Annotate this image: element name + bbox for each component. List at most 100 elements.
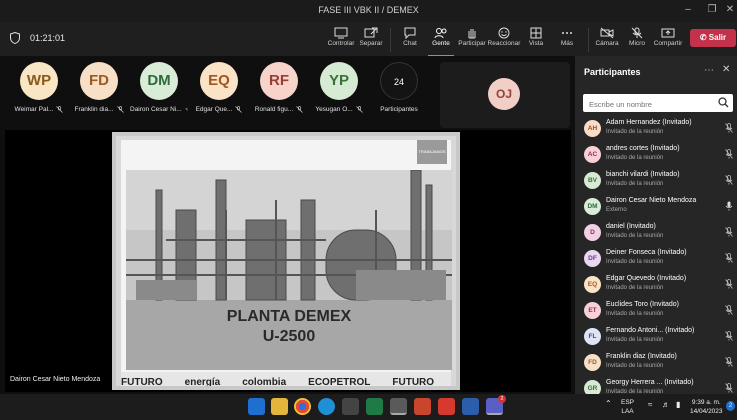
mic-off-icon [725, 175, 733, 185]
snipping-tool-icon[interactable] [390, 398, 407, 415]
raise-hand-button[interactable]: Participar [455, 25, 489, 55]
share-button[interactable]: Compartir [651, 25, 685, 55]
participant-list: AH Adam Hernandez (Invitado) Invitado de… [575, 116, 737, 402]
mic-button[interactable]: Micro [620, 25, 654, 55]
clock-date: 14/04/2023 [690, 408, 723, 415]
search-input[interactable] [583, 95, 708, 114]
meeting-timer: 01:21:01 [30, 33, 66, 43]
chat-label: Chat [403, 40, 417, 47]
start-icon[interactable] [248, 398, 265, 415]
search-icon[interactable] [718, 97, 729, 108]
participant-row[interactable]: DF Deiner Fonseca (Invitado) Invitado de… [575, 246, 737, 272]
language-indicator[interactable]: ESP LAA [621, 398, 634, 416]
participant-row[interactable]: D daniel (Invitado) Invitado de la reuni… [575, 220, 737, 246]
mic-off-icon [725, 305, 733, 315]
view-button[interactable]: Vista [519, 25, 553, 55]
overflow-label: Participantes [380, 106, 418, 113]
participant-row[interactable]: BV bianchi vilardi (Invitado) Invitado d… [575, 168, 737, 194]
file-explorer-icon[interactable] [271, 398, 288, 415]
mic-off-icon [725, 357, 733, 367]
self-video-tile[interactable]: OJ [440, 62, 570, 128]
leave-button[interactable]: ✆ Salir [690, 29, 736, 47]
participant-role: Invitado de la reunión [606, 259, 664, 265]
store-icon[interactable] [342, 398, 359, 415]
participant-avatar: FD [584, 354, 601, 371]
panel-close-icon[interactable]: ✕ [722, 64, 730, 75]
tile-avatar: DM [140, 62, 178, 100]
people-button[interactable]: Gente [424, 25, 458, 57]
word-icon[interactable] [462, 398, 479, 415]
people-label: Gente [432, 40, 450, 47]
window-title: FASE III VBK II / DEMEX [318, 5, 419, 15]
separate-button[interactable]: Separar [354, 25, 388, 55]
wifi-icon[interactable]: ≈ [648, 400, 652, 409]
clock[interactable]: 9:39 a. m. 14/04/2023 [690, 398, 723, 416]
participant-row[interactable]: FD Franklin diaz (Invitado) Invitado de … [575, 350, 737, 376]
tile-avatar: RF [260, 62, 298, 100]
participant-name: Edgar Quevedo (Invitado) [606, 275, 687, 282]
control-button[interactable]: Controlar [324, 25, 358, 55]
panel-title: Participantes [584, 67, 641, 77]
camera-button[interactable]: Cámara [590, 25, 624, 55]
more-button[interactable]: Más [550, 25, 584, 55]
participant-avatar: BV [584, 172, 601, 189]
react-button[interactable]: Reaccionar [487, 25, 521, 55]
tile-avatar: WP [20, 62, 58, 100]
participant-name: Adam Hernandez (Invitado) [606, 119, 692, 126]
participant-row[interactable]: ET Euclides Toro (Invitado) Invitado de … [575, 298, 737, 324]
volume-icon[interactable]: ♬ [662, 400, 670, 409]
participant-avatar: EQ [584, 276, 601, 293]
notification-icon[interactable]: 2 [726, 401, 735, 411]
participant-tile[interactable]: RF Ronald figu... [250, 62, 308, 124]
control-label: Controlar [327, 40, 355, 47]
participant-tile[interactable]: EQ Edgar Que... [190, 62, 248, 124]
participant-avatar: DM [584, 198, 601, 215]
participant-tile[interactable]: DM Dairon Cesar Ni... [130, 62, 188, 124]
participant-row[interactable]: DM Dairon Cesar Nieto Mendoza Externo [575, 194, 737, 220]
minimize-icon[interactable]: – [680, 3, 696, 17]
teams-icon[interactable]: 2 [486, 395, 506, 415]
mic-off-icon [725, 123, 733, 133]
chrome-icon[interactable] [294, 398, 311, 415]
participant-avatar: AH [584, 120, 601, 137]
participant-name: Franklin diaz (Invitado) [606, 353, 677, 360]
edge-icon[interactable] [318, 398, 335, 415]
participant-tile[interactable]: FD Franklin dia... [70, 62, 128, 124]
participant-name: andres cortes (Invitado) [606, 145, 680, 152]
meeting-toolbar: 01:21:01 Controlar Separar Chat Gente Pa… [0, 22, 737, 57]
pdf-reader-icon[interactable] [438, 398, 455, 415]
hand-icon [468, 29, 476, 39]
overflow-tile[interactable]: 24 Participantes [370, 62, 428, 124]
participant-row[interactable]: AC andres cortes (Invitado) Invitado de … [575, 142, 737, 168]
more-label: Más [560, 40, 574, 47]
tile-name: Dairon Cesar Ni... [130, 106, 182, 113]
chat-button[interactable]: Chat [393, 25, 427, 55]
panel-more-icon[interactable]: ⋯ [704, 65, 714, 76]
tray-overflow-icon[interactable]: ⌃ [605, 399, 612, 408]
participant-avatar: ET [584, 302, 601, 319]
participant-tile[interactable]: YP Yesugan O... [310, 62, 368, 124]
participant-name: Georgy Herrera ... (Invitado) [606, 379, 694, 386]
participant-row[interactable]: AH Adam Hernandez (Invitado) Invitado de… [575, 116, 737, 142]
camera-label: Cámara [595, 40, 619, 47]
tile-name: Weimar Pal... [14, 106, 54, 113]
participant-row[interactable]: EQ Edgar Quevedo (Invitado) Invitado de … [575, 272, 737, 298]
participant-row[interactable]: FL Fernando Antoni... (Invitado) Invitad… [575, 324, 737, 350]
phone-icon: ✆ [699, 33, 707, 42]
excel-icon[interactable] [366, 398, 383, 415]
participant-tile[interactable]: WP Weimar Pal... [10, 62, 68, 124]
view-label: Vista [528, 40, 544, 47]
mic-off-icon [725, 383, 733, 393]
participant-search [583, 94, 733, 114]
smiley-icon [498, 27, 510, 39]
battery-icon[interactable]: ▮ [676, 400, 680, 409]
powerpoint-icon[interactable] [414, 398, 431, 415]
close-window-icon[interactable]: ✕ [722, 3, 737, 17]
participant-name: daniel (Invitado) [606, 223, 656, 230]
mic-off-icon [116, 106, 124, 113]
share-icon [661, 28, 675, 38]
tile-name: Yesugan O... [315, 106, 353, 113]
restore-icon[interactable]: ❐ [704, 3, 720, 17]
more-dots-icon [562, 32, 572, 34]
participant-name: Euclides Toro (Invitado) [606, 301, 680, 308]
